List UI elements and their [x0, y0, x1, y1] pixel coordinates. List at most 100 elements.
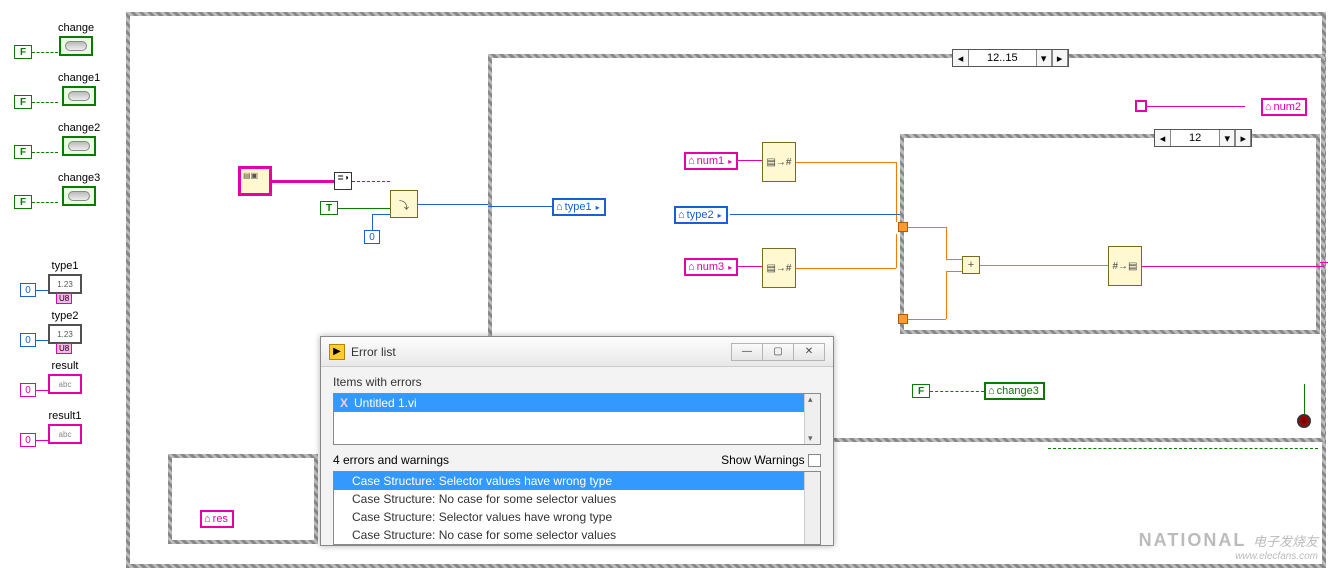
wire	[338, 208, 390, 209]
wire	[372, 214, 390, 215]
terminal-bool[interactable]	[62, 86, 96, 106]
wire	[736, 266, 762, 267]
scan-fn-2[interactable]: ▤→#	[762, 248, 796, 288]
wire-pink	[272, 180, 334, 183]
case-selector-inner[interactable]: ◂ 12 ▾ ▸	[1154, 129, 1252, 147]
terminal-num[interactable]: U8	[48, 274, 82, 294]
local-num1[interactable]: num1	[684, 152, 738, 170]
watermark: NATIONAL 电子发烧友 www.elecfans.com	[1139, 530, 1318, 562]
wire	[372, 214, 373, 230]
ctrl-change[interactable]: change	[58, 22, 94, 56]
const-zero[interactable]: 0	[20, 283, 36, 297]
wire	[32, 152, 58, 153]
case-value: 12	[1171, 132, 1219, 144]
scrollbar[interactable]	[804, 394, 820, 444]
local-label: type1	[565, 201, 592, 213]
ctrl-label: change3	[58, 172, 100, 184]
items-listbox[interactable]: X Untitled 1.vi	[333, 393, 821, 445]
visa-node[interactable]: ▤▣	[238, 166, 272, 196]
case-next-icon[interactable]: ▸	[1052, 50, 1068, 66]
close-button[interactable]: ✕	[793, 343, 825, 361]
app-icon: ▶	[329, 344, 345, 360]
const-zero[interactable]: 0	[364, 230, 380, 244]
wire	[796, 268, 896, 269]
error-x-icon: X	[340, 396, 348, 410]
local-type2[interactable]: type2	[674, 206, 728, 224]
wire	[946, 271, 947, 319]
ctrl-type1[interactable]: type1 U8	[48, 260, 82, 294]
case-structure-small[interactable]: res	[168, 454, 318, 544]
labview-block-diagram[interactable]: change F change1 F change2 F change3 F t…	[0, 0, 1328, 568]
wire	[36, 290, 48, 291]
const-F[interactable]: F	[14, 195, 32, 209]
ctrl-label: result1	[48, 410, 81, 422]
wire	[32, 102, 58, 103]
scan-node[interactable]: ≣◑	[334, 172, 352, 190]
unflatten-node[interactable]: ⤵	[390, 190, 418, 218]
wire	[896, 234, 897, 268]
const-F[interactable]: F	[14, 145, 32, 159]
item-label: Untitled 1.vi	[354, 396, 417, 410]
wire	[1147, 106, 1245, 107]
local-label: num1	[697, 155, 725, 167]
case-dropdown-icon[interactable]: ▾	[1036, 50, 1052, 66]
terminal-num[interactable]: U8	[48, 324, 82, 344]
local-res[interactable]: res	[200, 510, 234, 528]
add-node[interactable]	[962, 256, 980, 274]
show-warnings-label: Show Warnings	[721, 453, 805, 467]
wire	[980, 265, 1108, 266]
maximize-button[interactable]: ▢	[762, 343, 794, 361]
titlebar[interactable]: ▶ Error list — ▢ ✕	[321, 337, 833, 367]
ctrl-change2[interactable]: change2	[58, 122, 100, 156]
terminal-bool[interactable]	[62, 186, 96, 206]
terminal-bool[interactable]	[59, 36, 93, 56]
minimize-button[interactable]: —	[731, 343, 763, 361]
local-num2[interactable]: num2	[1261, 98, 1307, 116]
wire	[730, 214, 900, 215]
case-prev-icon[interactable]: ◂	[1155, 130, 1171, 146]
stop-led[interactable]	[1297, 414, 1311, 428]
wire	[930, 391, 984, 392]
local-num3[interactable]: num3	[684, 258, 738, 276]
list-item[interactable]: Case Structure: Selector values have wro…	[334, 472, 820, 490]
ctrl-change1[interactable]: change1	[58, 72, 100, 106]
list-item[interactable]: Case Structure: Selector values have wro…	[334, 508, 820, 526]
format-node[interactable]: #→▤	[1108, 246, 1142, 286]
ctrl-type2[interactable]: type2 U8	[48, 310, 82, 344]
error-list-window[interactable]: ▶ Error list — ▢ ✕ Items with errors X U…	[320, 336, 834, 546]
terminal-str[interactable]	[48, 424, 82, 444]
const-zero[interactable]: 0	[20, 433, 36, 447]
const-zero[interactable]: 0	[20, 383, 36, 397]
local-type1[interactable]: type1	[552, 198, 606, 216]
const-F[interactable]: F	[14, 95, 32, 109]
scrollbar[interactable]	[804, 472, 820, 544]
ctrl-label: change1	[58, 72, 100, 84]
wire	[1142, 266, 1324, 267]
ctrl-change3[interactable]: change3	[58, 172, 100, 206]
ctrl-label: type2	[52, 310, 79, 322]
case-structure-inner[interactable]: ◂ 12 ▾ ▸ #→▤	[900, 134, 1320, 334]
terminal-bool[interactable]	[62, 136, 96, 156]
case-next-icon[interactable]: ▸	[1235, 130, 1251, 146]
details-listbox[interactable]: Case Structure: Selector values have wro…	[333, 471, 821, 545]
show-warnings-checkbox[interactable]	[808, 454, 821, 467]
const-F[interactable]: F	[14, 45, 32, 59]
string-const[interactable]	[1135, 100, 1147, 112]
case-dropdown-icon[interactable]: ▾	[1219, 130, 1235, 146]
list-item[interactable]: Case Structure: No case for some selecto…	[334, 490, 820, 508]
scan-fn-1[interactable]: ▤→#	[762, 142, 796, 182]
list-item[interactable]: Case Structure: No case for some selecto…	[334, 526, 820, 544]
case-prev-icon[interactable]: ◂	[953, 50, 969, 66]
window-title: Error list	[351, 345, 726, 359]
wire	[488, 206, 552, 207]
list-item[interactable]: X Untitled 1.vi	[334, 394, 820, 412]
ctrl-result1[interactable]: result1	[48, 410, 82, 444]
wire	[36, 390, 48, 391]
const-zero[interactable]: 0	[20, 333, 36, 347]
local-change3[interactable]: change3	[984, 382, 1045, 400]
const-T[interactable]: T	[320, 201, 338, 215]
case-selector-outer[interactable]: ◂ 12..15 ▾ ▸	[952, 49, 1069, 67]
terminal-str[interactable]	[48, 374, 82, 394]
const-F[interactable]: F	[912, 384, 930, 398]
ctrl-result[interactable]: result	[48, 360, 82, 394]
